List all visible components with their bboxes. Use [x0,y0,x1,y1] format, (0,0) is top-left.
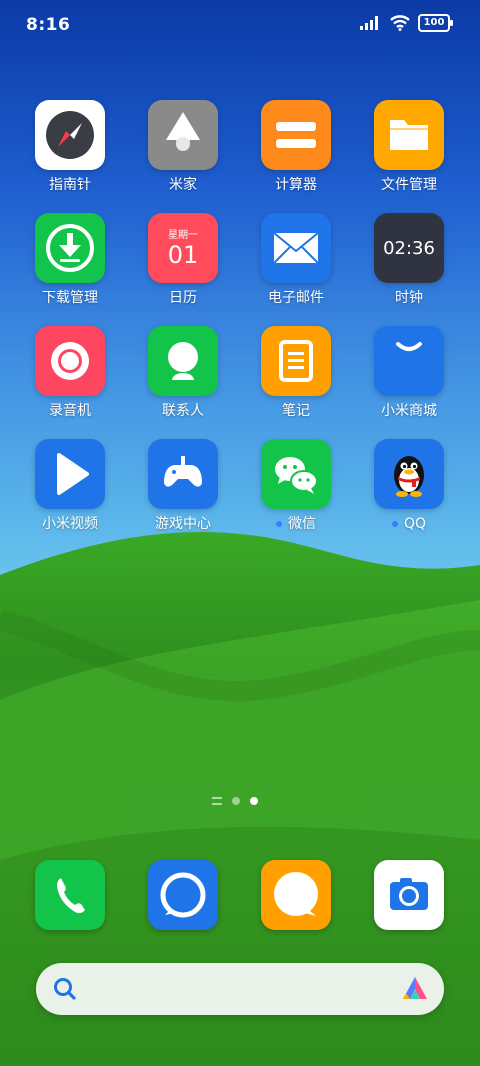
app-calculator[interactable]: 计算器 [240,100,352,194]
mijia-icon [148,100,218,170]
app-label: 小米商城 [381,403,437,419]
app-label: 笔记 [282,403,310,419]
page-dot-active[interactable] [250,797,258,805]
shop-bag-icon [374,326,444,396]
wifi-icon [390,15,410,31]
battery-icon: 100 [418,14,453,32]
app-label: 电子邮件 [268,290,324,306]
clock-icon: 02:36 [374,213,444,283]
search-bar[interactable] [36,963,444,1015]
calendar-icon: 星期一 01 [148,213,218,283]
folder-icon [374,100,444,170]
search-icon [54,978,76,1000]
calculator-icon [261,100,331,170]
app-mi-video[interactable]: 小米视频 [14,439,126,533]
status-bar: 8:16 100 [0,0,480,50]
app-clock[interactable]: 02:36 时钟 [353,213,465,307]
status-icons: 100 [360,14,453,32]
gamepad-icon [148,439,218,509]
phone-icon [57,878,85,914]
download-icon [35,213,105,283]
signal-icon [360,16,378,30]
app-label: 联系人 [162,403,204,419]
app-wechat[interactable]: 微信 [240,439,352,533]
messages-icon [274,872,318,916]
new-install-dot [391,521,398,527]
ai-assistant-icon[interactable] [400,975,430,1003]
page-list-indicator[interactable] [212,797,222,805]
camera-icon [390,878,428,910]
app-email[interactable]: 电子邮件 [240,213,352,307]
contacts-icon [148,326,218,396]
app-contacts[interactable]: 联系人 [127,326,239,420]
calendar-day: 01 [167,241,199,269]
app-mijia[interactable]: 米家 [127,100,239,194]
app-label-text: QQ [403,516,427,532]
app-label: 文件管理 [381,177,437,193]
compass-icon [35,100,105,170]
notes-icon [261,326,331,396]
dock-browser[interactable] [148,860,218,930]
app-label: 时钟 [395,290,423,306]
app-label: 微信 [240,515,352,533]
status-time: 8:16 [26,15,71,35]
qq-penguin-icon [374,439,444,509]
app-label: 录音机 [49,403,91,419]
app-label: QQ [353,515,465,533]
app-calendar[interactable]: 星期一 01 日历 [127,213,239,307]
app-label: 小米视频 [42,516,98,532]
page-indicator[interactable] [212,797,258,805]
app-files[interactable]: 文件管理 [353,100,465,194]
dock-camera[interactable] [374,860,444,930]
mail-icon [261,213,331,283]
clock-time: 02:36 [383,238,435,259]
app-mi-store[interactable]: 小米商城 [353,326,465,420]
dock-phone[interactable] [35,860,105,930]
app-recorder[interactable]: 录音机 [14,326,126,420]
app-notes[interactable]: 笔记 [240,326,352,420]
app-label: 下载管理 [42,290,98,306]
browser-icon [160,872,206,918]
app-label: 游戏中心 [155,516,211,532]
app-label: 米家 [169,177,197,193]
app-compass[interactable]: 指南针 [14,100,126,194]
calendar-weekday: 星期一 [168,230,198,241]
app-label: 计算器 [275,177,317,193]
page-dot[interactable] [232,797,240,805]
new-install-dot [276,521,282,527]
app-label: 日历 [169,290,197,306]
app-qq[interactable]: QQ [353,439,465,533]
app-label-text: 微信 [288,516,316,532]
wechat-icon [261,439,331,509]
recorder-icon [35,326,105,396]
app-game-center[interactable]: 游戏中心 [127,439,239,533]
app-download-manager[interactable]: 下载管理 [14,213,126,307]
dock-messages[interactable] [261,860,331,930]
play-icon [35,439,105,509]
app-label: 指南针 [49,177,91,193]
